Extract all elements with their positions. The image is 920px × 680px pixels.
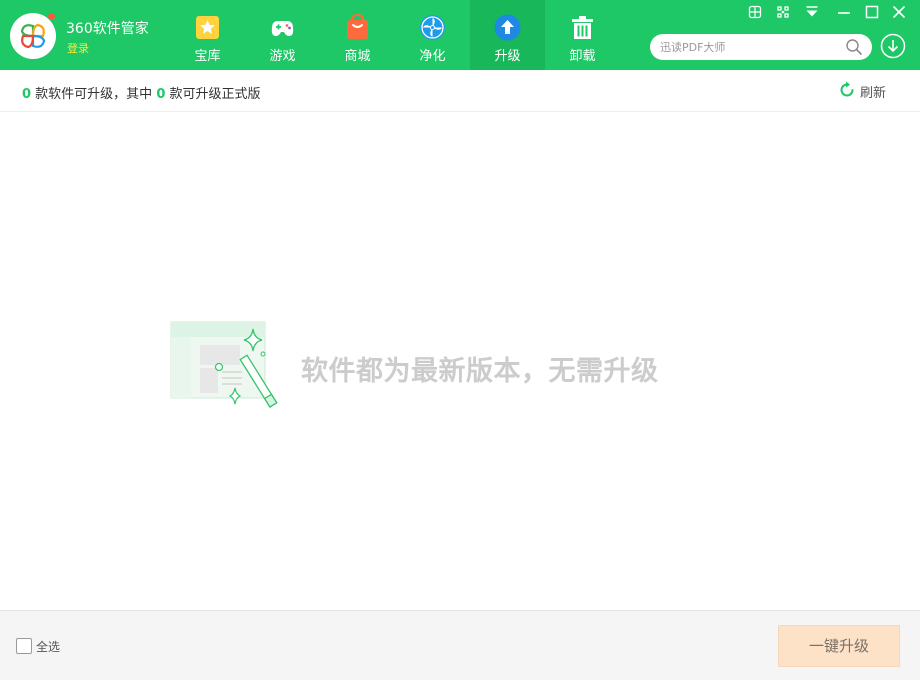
maximize-icon xyxy=(865,5,879,19)
search-box xyxy=(650,34,872,60)
trash-icon xyxy=(572,16,593,39)
minimize-icon xyxy=(838,12,850,14)
search-input[interactable] xyxy=(660,34,840,60)
bottom-footer: 全选 一键升级 xyxy=(0,610,920,680)
upgradable-count: 0 xyxy=(22,87,32,102)
refresh-icon xyxy=(840,81,854,97)
refresh-label: 刷新 xyxy=(860,86,887,101)
app-logo[interactable] xyxy=(10,13,56,59)
summary-text-2: 款可升级正式版 xyxy=(165,87,261,102)
minimize-button[interactable] xyxy=(834,3,854,21)
search-icon[interactable] xyxy=(845,38,863,56)
skin-icon xyxy=(777,6,789,18)
tab-label: 宝库 xyxy=(194,49,221,64)
select-all-checkbox[interactable] xyxy=(16,638,32,654)
purify-fan-icon xyxy=(420,15,445,40)
star-icon xyxy=(196,16,219,39)
shopping-bag-icon xyxy=(347,14,368,39)
skin-button[interactable] xyxy=(773,3,793,21)
menu-dropdown-icon xyxy=(806,6,818,17)
tab-games[interactable]: 游戏 xyxy=(245,0,320,70)
globe-button[interactable] xyxy=(745,3,765,21)
tab-label: 净化 xyxy=(419,49,446,64)
tab-label: 卸载 xyxy=(569,49,596,64)
download-icon[interactable] xyxy=(880,33,906,59)
empty-state-illustration xyxy=(170,321,278,408)
tab-treasury[interactable]: 宝库 xyxy=(170,0,245,70)
notification-dot xyxy=(48,13,55,20)
tab-label: 升级 xyxy=(494,49,521,64)
tab-purify[interactable]: 净化 xyxy=(395,0,470,70)
globe-icon xyxy=(748,5,762,19)
logo-flower-icon xyxy=(20,23,46,49)
app-window: 360软件管家 登录 宝库 游戏 商城 净化 升级 卸载 迅读PDF大师 0 款… xyxy=(0,0,920,680)
upgrade-arrow-icon xyxy=(494,14,521,41)
official-count: 0 xyxy=(156,87,166,102)
empty-state-message: 软件都为最新版本，无需升级 xyxy=(301,356,659,387)
app-name: 360软件管家 xyxy=(66,21,149,37)
top-header: 360软件管家 登录 宝库 游戏 商城 净化 升级 卸载 迅读PDF大师 xyxy=(0,0,920,70)
upgrade-summary: 0 款软件可升级，其中 0 款可升级正式版 xyxy=(22,83,261,102)
login-link[interactable]: 登录 xyxy=(67,40,89,56)
close-button[interactable] xyxy=(889,3,909,21)
upgrade-info-bar: 0 款软件可升级，其中 0 款可升级正式版 刷新 xyxy=(0,70,920,112)
upgrade-all-button[interactable]: 一键升级 xyxy=(778,625,900,667)
logo-circle xyxy=(10,13,56,59)
maximize-button[interactable] xyxy=(862,3,882,21)
tab-store[interactable]: 商城 xyxy=(320,0,395,70)
menu-dropdown-button[interactable] xyxy=(802,3,822,21)
tab-label: 游戏 xyxy=(269,49,296,64)
tab-label: 商城 xyxy=(344,49,371,64)
gamepad-icon xyxy=(271,21,294,36)
select-all-label: 全选 xyxy=(36,640,61,654)
tab-upgrade[interactable]: 升级 xyxy=(470,0,545,70)
summary-text-1: 款软件可升级，其中 xyxy=(31,87,157,102)
close-icon xyxy=(892,5,906,19)
tab-uninstall[interactable]: 卸载 xyxy=(545,0,620,70)
